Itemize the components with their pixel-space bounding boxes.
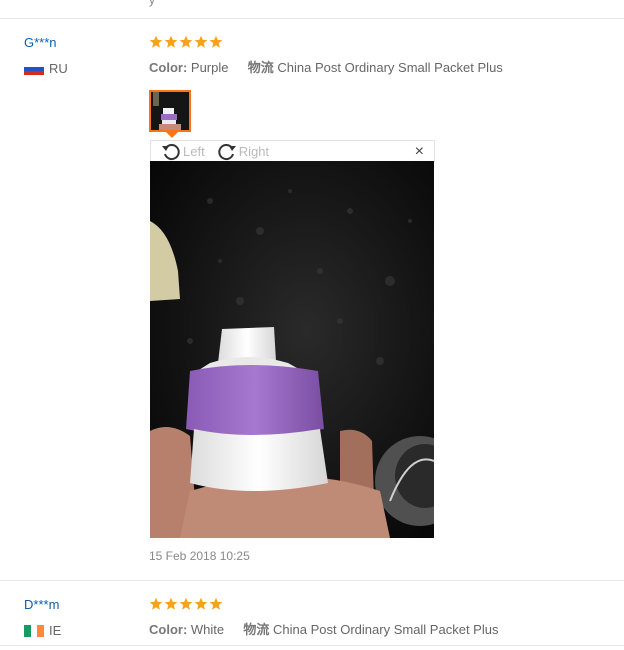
star-icon: [194, 35, 208, 48]
rotate-left-icon: [162, 143, 180, 160]
close-viewer-button[interactable]: ×: [415, 143, 424, 161]
thumbnail-image: [151, 92, 189, 130]
shipping-label: 物流: [243, 622, 270, 637]
reviewer-country: RU: [24, 61, 68, 76]
review-divider: [0, 18, 624, 19]
russia-flag-icon: [24, 62, 44, 75]
review-divider: [0, 580, 624, 581]
thumbnail-active-pointer: [165, 131, 179, 138]
star-icon: [209, 35, 223, 48]
star-rating: [149, 597, 223, 611]
color-value: Purple: [190, 60, 229, 75]
order-info: Color: White 物流 China Post Ordinary Smal…: [149, 619, 498, 638]
rotate-left-label: Left: [183, 144, 205, 159]
color-value: White: [190, 622, 225, 637]
review-divider: [0, 645, 624, 646]
review-date: 15 Feb 2018 10:25: [149, 549, 250, 563]
shipping-label: 物流: [247, 60, 274, 75]
shipping-value: China Post Ordinary Small Packet Plus: [277, 60, 503, 75]
reviewer-country: IE: [24, 623, 61, 638]
shipping-value: China Post Ordinary Small Packet Plus: [273, 622, 499, 637]
star-icon: [149, 597, 163, 610]
reviewer-name[interactable]: D***m: [24, 597, 59, 612]
rotate-right-label: Right: [238, 144, 270, 159]
rotate-left-button[interactable]: Left: [161, 142, 205, 162]
product-photo: [150, 161, 434, 538]
country-code: RU: [49, 61, 68, 76]
image-viewer-toolbar: Left Right ×: [150, 140, 435, 162]
star-icon: [179, 35, 193, 48]
color-label: Color:: [149, 60, 188, 75]
order-info: Color: Purple 物流 China Post Ordinary Sma…: [149, 57, 503, 76]
reviewer-name[interactable]: G***n: [24, 35, 57, 50]
star-icon: [209, 597, 223, 610]
color-label: Color:: [149, 622, 188, 637]
ireland-flag-icon: [24, 624, 45, 637]
rotate-right-icon: [218, 143, 236, 160]
review-photo-thumbnail[interactable]: [149, 90, 191, 132]
star-rating: [149, 35, 223, 49]
star-icon: [149, 35, 163, 48]
review-photo-large: [150, 161, 434, 538]
rotate-right-button[interactable]: Right: [217, 142, 269, 162]
star-icon: [179, 597, 193, 610]
previous-review-tail: y: [149, 0, 155, 7]
star-icon: [164, 35, 178, 48]
country-code: IE: [49, 623, 62, 638]
star-icon: [164, 597, 178, 610]
star-icon: [194, 597, 208, 610]
